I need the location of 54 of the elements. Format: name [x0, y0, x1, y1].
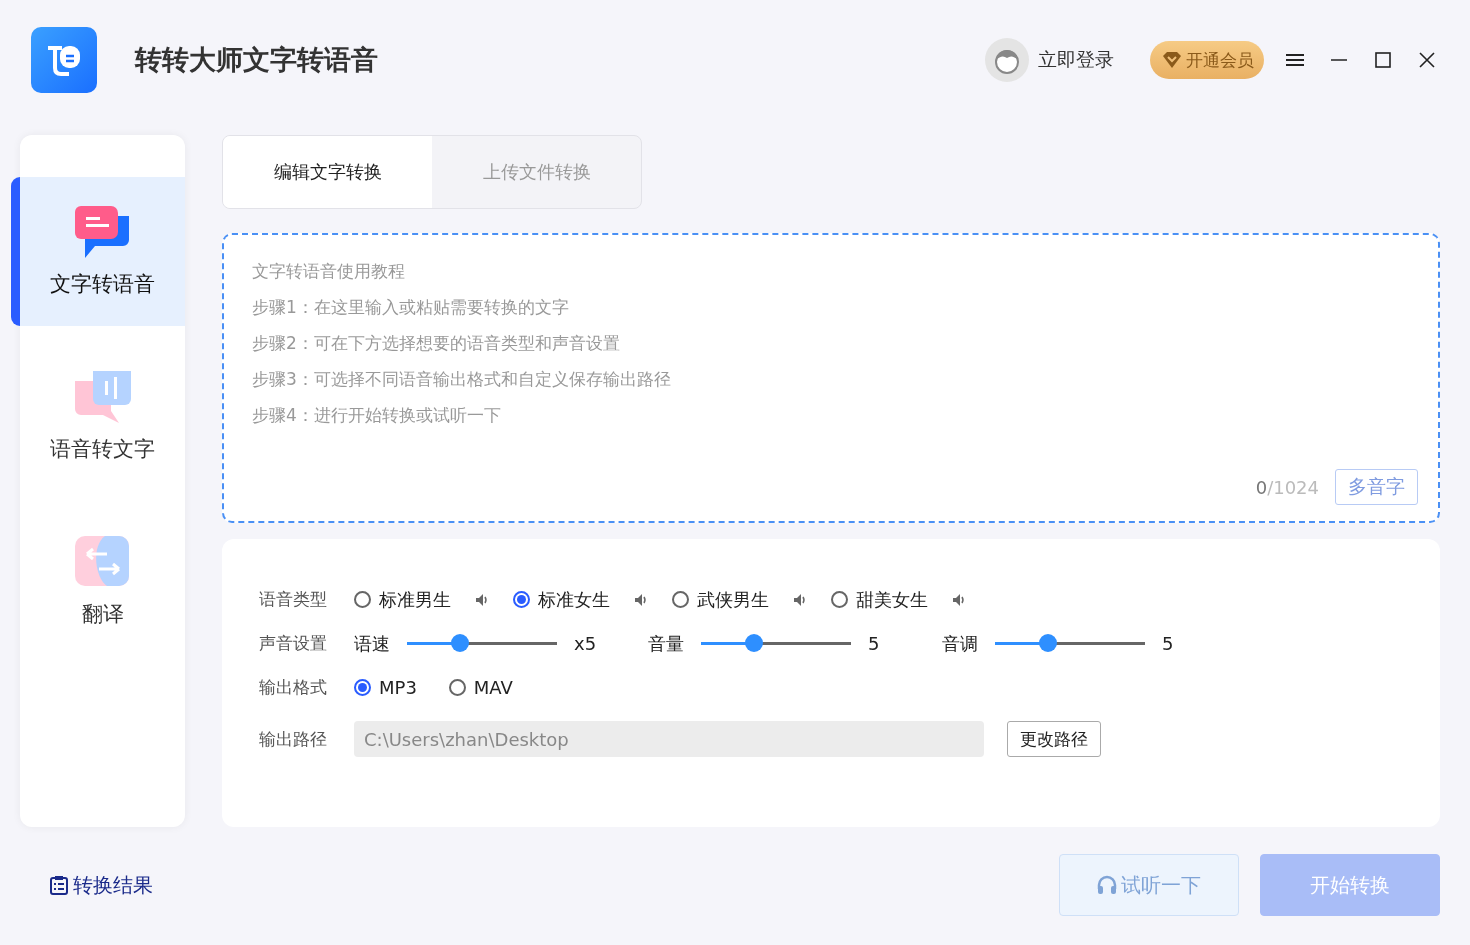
avatar-icon[interactable]: [985, 38, 1029, 82]
voice-option[interactable]: 标准男生: [354, 587, 451, 612]
chat-bubbles-icon: [74, 205, 131, 258]
results-link[interactable]: 转换结果: [50, 871, 153, 899]
tab[interactable]: 编辑文字转换: [223, 136, 432, 208]
radio-button[interactable]: [354, 591, 371, 608]
slider-label: 音量: [648, 631, 685, 656]
placeholder-text: 步骤4：进行开始转换或试听一下: [252, 404, 502, 427]
setting-label: 输出路径: [259, 727, 328, 751]
slider-thumb[interactable]: [1038, 633, 1057, 652]
diamond-icon: [1162, 51, 1182, 69]
speech-bubble-icon: [74, 370, 131, 423]
slider-thumb[interactable]: [744, 633, 763, 652]
voice-option[interactable]: 标准女生: [513, 587, 610, 612]
setting-label: 声音设置: [259, 632, 328, 655]
vip-button[interactable]: 开通会员: [1150, 41, 1264, 79]
format-option[interactable]: MAV: [448, 677, 513, 698]
voice-option[interactable]: 武侠男生: [672, 587, 769, 612]
setting-label: 输出格式: [259, 676, 328, 699]
sidebar-item-label: 语音转文字: [50, 435, 155, 463]
slider-value: 5: [1162, 633, 1175, 654]
slider-value: x5: [574, 633, 598, 654]
radio-button[interactable]: [354, 679, 371, 696]
placeholder-text: 步骤2：可在下方选择想要的语音类型和声音设置: [252, 332, 621, 355]
change-path-button[interactable]: 更改路径: [1007, 721, 1101, 757]
format-option[interactable]: MP3: [354, 677, 417, 698]
radio-button[interactable]: [448, 679, 466, 696]
speaker-icon[interactable]: [793, 592, 807, 607]
slider-label: 语速: [354, 631, 391, 656]
speaker-icon[interactable]: [634, 592, 648, 607]
radio-button[interactable]: [513, 591, 530, 608]
headphones-icon: [1097, 875, 1117, 895]
speaker-icon[interactable]: [952, 592, 966, 607]
placeholder-text: 步骤1：在这里输入或粘贴需要转换的文字: [252, 296, 570, 319]
character-count: 0/1024: [1255, 476, 1319, 498]
slider-label: 音调: [942, 631, 979, 656]
login-link[interactable]: 立即登录: [1038, 47, 1114, 73]
placeholder-text: 步骤3：可选择不同语音输出格式和自定义保存输出路径: [252, 368, 672, 391]
placeholder-text: 文字转语音使用教程: [252, 260, 406, 283]
clipboard-icon: [50, 875, 68, 895]
sidebar-item-label: 文字转语音: [50, 270, 155, 298]
slider-value: 5: [868, 633, 881, 654]
app-logo-icon: [31, 27, 97, 93]
sidebar-item[interactable]: 语音转文字: [20, 342, 185, 491]
voice-option[interactable]: 甜美女生: [831, 587, 928, 612]
app-title: 转转大师文字转语音: [135, 43, 378, 77]
sidebar-item-label: 翻译: [81, 600, 124, 628]
sidebar-item[interactable]: 翻译: [20, 507, 185, 656]
translate-icon: [74, 535, 131, 588]
setting-label: 语音类型: [259, 588, 328, 611]
speaker-icon[interactable]: [475, 592, 489, 607]
slider-thumb[interactable]: [450, 633, 469, 652]
radio-button[interactable]: [672, 591, 689, 608]
radio-button[interactable]: [831, 591, 848, 608]
